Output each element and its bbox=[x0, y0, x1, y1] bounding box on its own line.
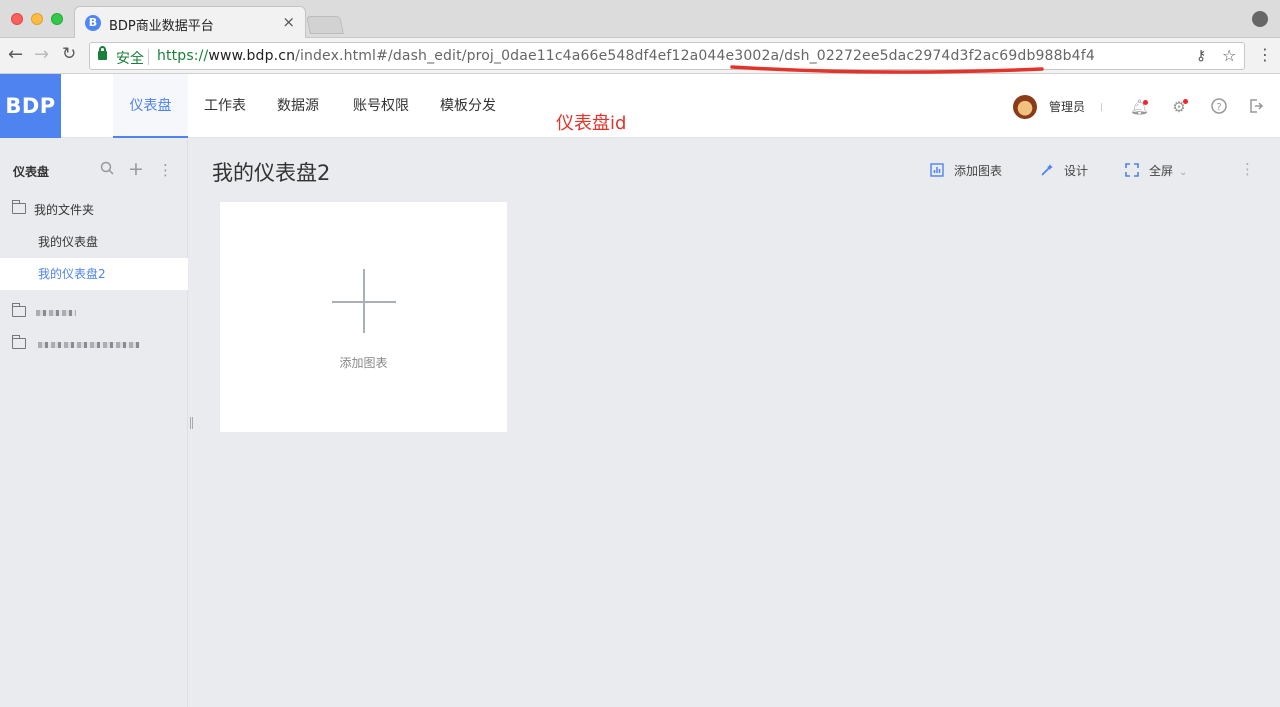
add-icon[interactable]: + bbox=[128, 158, 144, 180]
bdp-logo[interactable]: BDP bbox=[0, 74, 61, 138]
more-vert-icon[interactable]: ⋮ bbox=[1257, 45, 1273, 64]
profile-icon[interactable] bbox=[1252, 11, 1268, 27]
browser-tab-bar: B BDP商业数据平台 × bbox=[0, 0, 1280, 39]
nav-tab-account-permissions[interactable]: 账号权限 bbox=[345, 74, 417, 138]
star-icon[interactable]: ☆ bbox=[1222, 46, 1236, 65]
sidebar: 仪表盘 + ⋮ 我的文件夹 我的仪表盘 我的仪表盘2 bbox=[0, 139, 188, 707]
redacted-text bbox=[38, 342, 140, 348]
back-icon[interactable]: ← bbox=[8, 44, 23, 65]
add-chart-card-label: 添加图表 bbox=[339, 356, 388, 370]
nav-tab-dashboard[interactable]: 仪表盘 bbox=[113, 74, 188, 138]
favicon-icon: B bbox=[85, 15, 101, 31]
browser-tab[interactable]: B BDP商业数据平台 × bbox=[74, 6, 306, 39]
url-path: /index.html#/dash_edit/proj_0dae11c4a66e… bbox=[295, 48, 1095, 64]
tab-close-icon[interactable]: × bbox=[282, 13, 295, 31]
sidebar-folder-my-folder[interactable]: 我的文件夹 bbox=[0, 194, 188, 226]
design-label: 设计 bbox=[1064, 164, 1089, 178]
window-close-button[interactable] bbox=[11, 13, 23, 25]
search-icon[interactable] bbox=[100, 161, 114, 179]
sidebar-folder-redacted-2[interactable] bbox=[0, 329, 188, 361]
sidebar-item-my-dashboard-2[interactable]: 我的仪表盘2 bbox=[0, 258, 188, 290]
folder-icon bbox=[12, 303, 26, 317]
address-bar[interactable]: 安全 https://www.bdp.cn/index.html#/dash_e… bbox=[89, 42, 1245, 70]
fullscreen-icon bbox=[1125, 163, 1139, 177]
help-icon[interactable]: ? bbox=[1210, 98, 1228, 116]
sidebar-folder-label: 我的文件夹 bbox=[34, 203, 95, 217]
sidebar-item-label: 我的仪表盘 bbox=[38, 235, 99, 249]
nav-tab-worksheet[interactable]: 工作表 bbox=[195, 74, 255, 138]
folder-icon bbox=[12, 335, 26, 349]
sidebar-item-my-dashboard[interactable]: 我的仪表盘 bbox=[0, 226, 188, 258]
header-separator bbox=[1101, 103, 1102, 111]
avatar[interactable] bbox=[1013, 95, 1037, 119]
logout-icon[interactable] bbox=[1247, 98, 1265, 116]
url-scheme: https:// bbox=[157, 48, 209, 64]
window-minimize-button[interactable] bbox=[31, 13, 43, 25]
chevron-down-icon: ⌄ bbox=[1179, 167, 1188, 178]
fullscreen-button[interactable]: 全屏 ⌄ bbox=[1125, 162, 1187, 179]
url-host: www.bdp.cn bbox=[208, 48, 296, 64]
add-chart-label: 添加图表 bbox=[954, 164, 1003, 178]
sidebar-folder-redacted-1[interactable] bbox=[0, 297, 188, 329]
address-separator bbox=[148, 49, 149, 65]
redacted-text bbox=[36, 310, 76, 316]
app-header: BDP 仪表盘 工作表 数据源 账号权限 模板分发 仪表盘id 管理员 🔔︎ ⚙… bbox=[0, 74, 1280, 138]
add-chart-card[interactable]: 添加图表 bbox=[220, 202, 507, 432]
sidebar-item-label: 我的仪表盘2 bbox=[38, 267, 106, 281]
add-chart-button[interactable]: 添加图表 bbox=[930, 162, 1002, 179]
url-text[interactable]: https://www.bdp.cn/index.html#/dash_edit… bbox=[157, 48, 1095, 64]
security-label: 安全 bbox=[116, 51, 144, 67]
magic-wand-icon bbox=[1041, 164, 1053, 176]
bell-notification-dot bbox=[1143, 100, 1148, 105]
gear-notification-dot bbox=[1183, 99, 1188, 104]
nav-tab-template-distribution[interactable]: 模板分发 bbox=[432, 74, 504, 138]
browser-toolbar: ← → ↻ 安全 https://www.bdp.cn/index.html#/… bbox=[0, 38, 1280, 74]
reload-icon[interactable]: ↻ bbox=[62, 44, 76, 64]
sidebar-resize-handle[interactable] bbox=[190, 417, 193, 429]
svg-text:?: ? bbox=[1216, 102, 1221, 113]
lock-icon bbox=[98, 46, 107, 60]
forward-icon[interactable]: → bbox=[34, 44, 49, 65]
tab-title: BDP商业数据平台 bbox=[109, 19, 214, 34]
window-maximize-button[interactable] bbox=[51, 13, 63, 25]
annotation-label: 仪表盘id bbox=[556, 113, 627, 134]
user-name[interactable]: 管理员 bbox=[1049, 98, 1085, 115]
new-tab-button[interactable] bbox=[306, 16, 344, 34]
fullscreen-label: 全屏 bbox=[1149, 164, 1174, 178]
design-button[interactable]: 设计 bbox=[1040, 162, 1088, 179]
more-options-icon[interactable]: ⋮ bbox=[1240, 160, 1255, 178]
sidebar-title: 仪表盘 bbox=[13, 165, 50, 179]
key-icon[interactable]: ⚷ bbox=[1196, 48, 1206, 64]
plus-icon-vertical bbox=[363, 269, 365, 333]
folder-icon bbox=[12, 200, 26, 214]
chart-icon bbox=[930, 163, 944, 177]
more-icon[interactable]: ⋮ bbox=[158, 161, 173, 179]
nav-tab-datasource[interactable]: 数据源 bbox=[268, 74, 328, 138]
page-title: 我的仪表盘2 bbox=[212, 161, 331, 185]
